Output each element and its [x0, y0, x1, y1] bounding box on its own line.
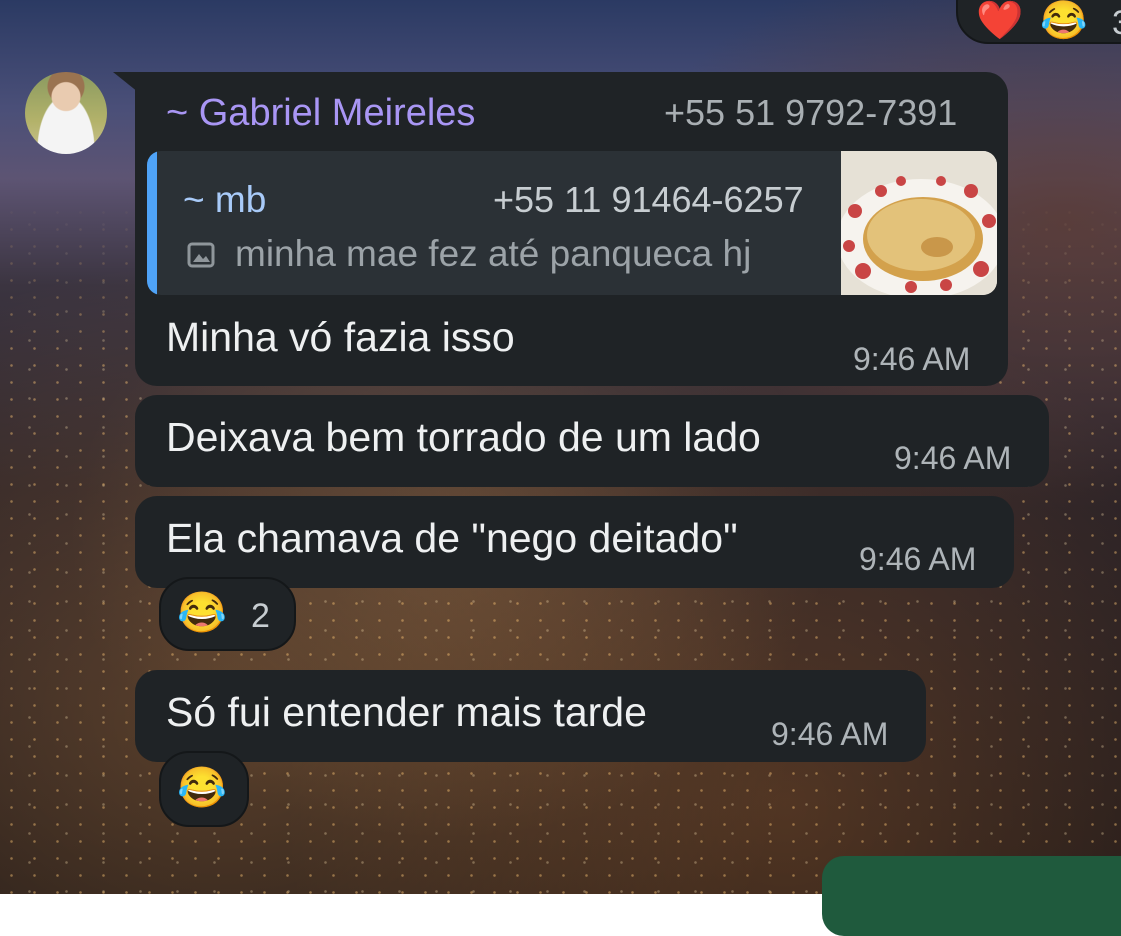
message-text: Minha vó fazia isso [166, 314, 515, 360]
laughing-reaction-icon: 😂 [1040, 0, 1088, 42]
reaction-count: 2 [251, 597, 270, 635]
message-time: 9:46 AM [894, 440, 1012, 476]
sender-phone: +55 51 9792-7391 [664, 92, 958, 133]
quoted-sender-name: ~ mb [183, 179, 267, 220]
laughing-reaction-icon: 😂 [177, 591, 227, 635]
message-text: Ela chamava de "nego deitado" [166, 515, 738, 561]
quoted-text: minha mae fez até panqueca hj [235, 233, 752, 274]
outgoing-message-bubble[interactable] [822, 856, 1121, 936]
laughing-reaction-icon: 😂 [177, 766, 227, 810]
quoted-sender-phone: +55 11 91464-6257 [493, 179, 804, 220]
quoted-image-thumbnail [841, 151, 997, 295]
message-text: Só fui entender mais tarde [166, 689, 647, 735]
message-time: 9:46 AM [853, 341, 971, 377]
quote-accent-bar [147, 151, 157, 295]
image-icon [187, 242, 215, 268]
heart-reaction-icon: ❤️ [976, 0, 1024, 42]
message-reaction[interactable]: 😂 2 [159, 577, 296, 651]
sender-name[interactable]: ~ Gabriel Meireles [166, 92, 475, 135]
pancake-plate-image [841, 151, 997, 295]
sender-avatar[interactable] [25, 72, 107, 154]
message-time: 9:46 AM [771, 716, 889, 752]
message-time: 9:46 AM [859, 541, 977, 577]
previous-message-reactions[interactable]: ❤️ 😂 3 [956, 0, 1121, 44]
reaction-count: 3 [1112, 4, 1121, 43]
message-text: Deixava bem torrado de um lado [166, 414, 761, 460]
quoted-message[interactable]: ~ mb +55 11 91464-6257 minha mae fez até… [147, 151, 997, 295]
message-reaction[interactable]: 😂 [159, 751, 249, 827]
